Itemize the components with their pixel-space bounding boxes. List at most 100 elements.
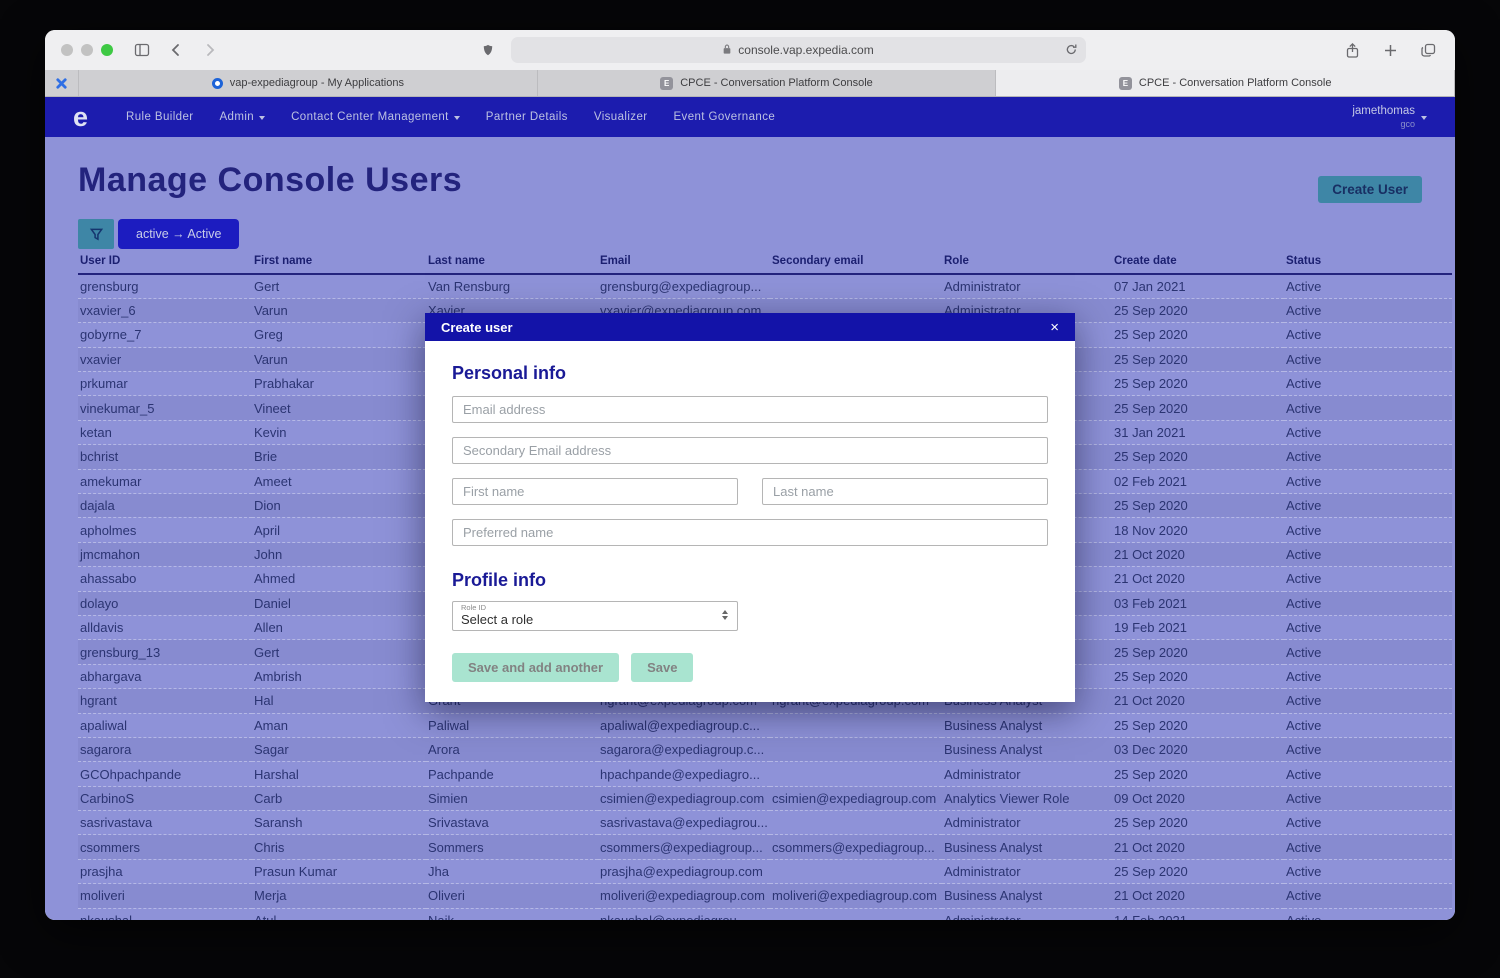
app-navbar: e Rule Builder Admin Contact Center Mana… [45,97,1455,137]
cell-user-id: jmcmahon [78,542,252,566]
cell-status: Active [1284,298,1452,322]
expedia-logo: e [73,104,88,131]
nav-item-visualizer[interactable]: Visualizer [594,111,648,123]
pinned-tab[interactable] [45,70,79,96]
cell-status: Active [1284,713,1452,737]
table-row[interactable]: prasjhaPrasun KumarJhaprasjha@expediagro… [78,859,1452,883]
privacy-shield-icon[interactable] [477,39,499,61]
cell-first-name: Kevin [252,420,426,444]
cell-role: Administrator [942,859,1112,883]
secondary-email-field[interactable] [452,437,1048,464]
cell-status: Active [1284,859,1452,883]
tab-overview-icon[interactable] [1417,39,1439,61]
nav-item-rule-builder[interactable]: Rule Builder [126,111,193,123]
role-select[interactable]: Role ID Select a role [452,601,738,631]
cell-last-name: Arora [426,737,598,761]
cell-first-name: Ambrish [252,664,426,688]
tab-cpce-console-2[interactable]: E CPCE - Conversation Platform Console [996,70,1455,96]
cell-secondary-email: csommers@expediagroup... [770,835,942,859]
table-row[interactable]: grensburgGertVan Rensburggrensburg@exped… [78,274,1452,298]
nav-item-event-governance[interactable]: Event Governance [673,111,775,123]
last-name-field[interactable] [762,478,1048,505]
cell-secondary-email [770,859,942,883]
tab-cpce-console-1[interactable]: E CPCE - Conversation Platform Console [538,70,997,96]
cell-first-name: Saransh [252,811,426,835]
cell-secondary-email [770,908,942,920]
cell-status: Active [1284,689,1452,713]
cell-secondary-email [770,274,942,298]
cell-first-name: Prabhakar [252,372,426,396]
filter-button[interactable] [78,219,114,249]
active-filter-chip[interactable]: active → Active [118,219,239,249]
close-icon[interactable]: × [1050,319,1059,336]
cell-email: moliveri@expediagroup.com [598,884,770,908]
forward-icon[interactable] [199,39,221,61]
nav-item-partner-details[interactable]: Partner Details [486,111,568,123]
cell-email: apaliwal@expediagroup.c... [598,713,770,737]
cell-first-name: Ameet [252,469,426,493]
table-row[interactable]: GCOhpachpandeHarshalPachpandehpachpande@… [78,762,1452,786]
table-row[interactable]: sasrivastavaSaranshSrivastavasasrivastav… [78,811,1452,835]
tab-my-applications[interactable]: vap-expediagroup - My Applications [79,70,538,96]
cell-email: nkaushal@expediagrou... [598,908,770,920]
cell-user-id: prkumar [78,372,252,396]
pinned-tab-x-icon [55,77,68,90]
nav-item-admin[interactable]: Admin [219,111,265,123]
role-select-value: Select a role [461,612,729,628]
cell-email: sasrivastava@expediagrou... [598,811,770,835]
cell-create-date: 09 Oct 2020 [1112,786,1284,810]
cell-create-date: 07 Jan 2021 [1112,274,1284,298]
modal-body: Personal info Profile info Role ID Selec… [425,341,1075,702]
table-row[interactable]: nkaushalAtulNaiknkaushal@expediagrou...A… [78,908,1452,920]
cell-create-date: 25 Sep 2020 [1112,396,1284,420]
sidebar-icon[interactable] [131,39,153,61]
back-icon[interactable] [165,39,187,61]
cell-last-name: Paliwal [426,713,598,737]
cell-email: sagarora@expediagroup.c... [598,737,770,761]
create-user-button[interactable]: Create User [1318,176,1422,203]
cell-create-date: 25 Sep 2020 [1112,494,1284,518]
cell-user-id: grensburg [78,274,252,298]
cell-first-name: Varun [252,298,426,322]
cell-first-name: Merja [252,884,426,908]
cell-user-id: vinekumar_5 [78,396,252,420]
table-row[interactable]: csommersChrisSommerscsommers@expediagrou… [78,835,1452,859]
first-name-field[interactable] [452,478,738,505]
reload-icon[interactable] [1064,42,1079,60]
cell-create-date: 02 Feb 2021 [1112,469,1284,493]
cell-status: Active [1284,396,1452,420]
zoom-window-button[interactable] [101,44,113,56]
cell-first-name: Daniel [252,591,426,615]
cell-first-name: Varun [252,347,426,371]
cell-last-name: Oliveri [426,884,598,908]
save-button[interactable]: Save [631,653,693,682]
minimize-window-button[interactable] [81,44,93,56]
cell-last-name: Simien [426,786,598,810]
cell-role: Business Analyst [942,737,1112,761]
table-row[interactable]: moliveriMerjaOliverimoliveri@expediagrou… [78,884,1452,908]
app-viewport: e Rule Builder Admin Contact Center Mana… [45,97,1455,920]
table-row[interactable]: sagaroraSagarArorasagarora@expediagroup.… [78,737,1452,761]
email-field[interactable] [452,396,1048,423]
cell-status: Active [1284,835,1452,859]
cell-create-date: 21 Oct 2020 [1112,884,1284,908]
personal-info-heading: Personal info [452,363,1048,384]
user-menu[interactable]: jamethomas gco [1352,104,1427,130]
cell-status: Active [1284,908,1452,920]
funnel-icon [89,227,104,242]
save-and-add-another-button[interactable]: Save and add another [452,653,619,682]
nav-item-contact-center-management[interactable]: Contact Center Management [291,111,460,123]
table-row[interactable]: apaliwalAmanPaliwalapaliwal@expediagroup… [78,713,1452,737]
new-tab-icon[interactable] [1379,39,1401,61]
cell-user-id: dajala [78,494,252,518]
share-icon[interactable] [1341,39,1363,61]
cell-last-name: Van Rensburg [426,274,598,298]
close-window-button[interactable] [61,44,73,56]
table-row[interactable]: CarbinoSCarbSimiencsimien@expediagroup.c… [78,786,1452,810]
address-bar[interactable]: console.vap.expedia.com [511,37,1086,63]
cell-user-id: abhargava [78,664,252,688]
url-text: console.vap.expedia.com [738,43,873,57]
preferred-name-field[interactable] [452,519,1048,546]
cell-last-name: Srivastava [426,811,598,835]
cell-first-name: Aman [252,713,426,737]
